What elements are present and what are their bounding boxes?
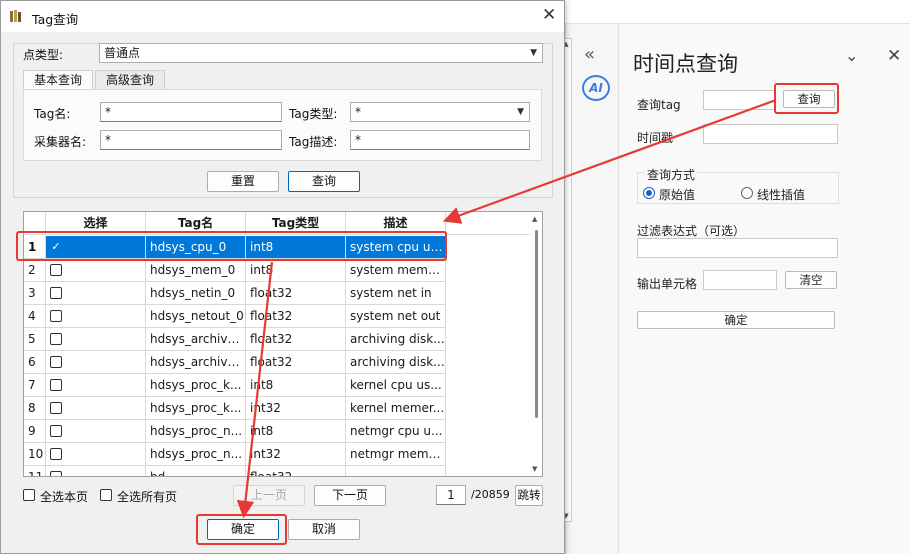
annotation-arrows (236, 98, 777, 519)
arrow-to-table-icon (442, 98, 777, 224)
arrow-to-ok-icon (236, 261, 274, 519)
